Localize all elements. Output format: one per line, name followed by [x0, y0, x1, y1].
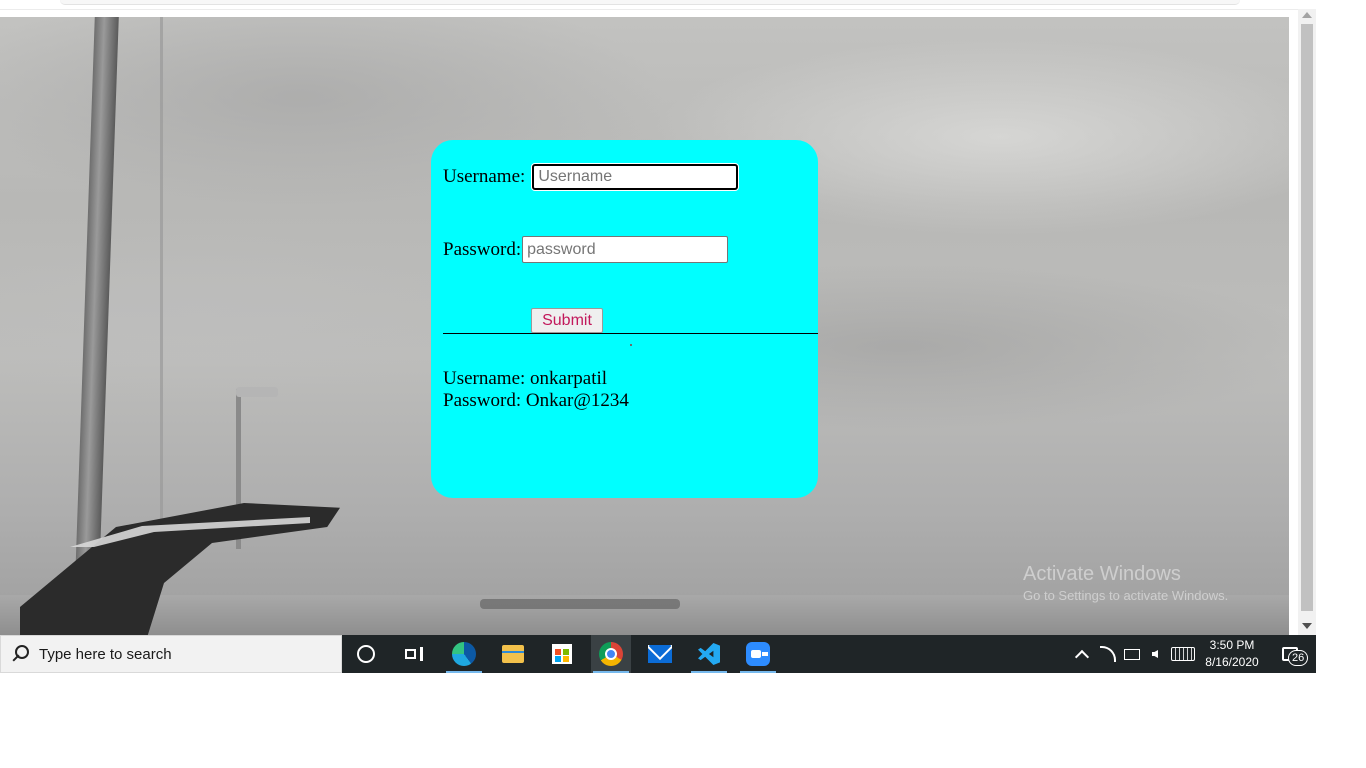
taskbar-app-zoom[interactable] [738, 635, 778, 673]
chevron-up-icon [1074, 649, 1090, 664]
cortana-button[interactable] [346, 635, 386, 673]
network-button[interactable] [1098, 635, 1118, 673]
credentials-username: Username: onkarpatil [443, 368, 608, 389]
background-cable [160, 17, 163, 577]
running-indicator [446, 671, 482, 673]
scroll-up-arrow-icon[interactable] [1302, 12, 1312, 18]
running-indicator [593, 671, 629, 673]
vertical-scrollbar[interactable] [1298, 9, 1316, 635]
taskbar-search-box[interactable]: Type here to search [0, 635, 342, 673]
watermark-title: Activate Windows [1023, 563, 1181, 585]
chrome-icon [599, 642, 623, 666]
show-hidden-icons-button[interactable] [1072, 635, 1092, 673]
vscode-icon [698, 643, 720, 665]
scrollbar-thumb[interactable] [1301, 24, 1313, 611]
form-divider [443, 333, 818, 334]
clock-time: 3:50 PM [1209, 638, 1255, 652]
background-pier [480, 599, 680, 609]
browser-bar-edge [60, 0, 1240, 5]
windows-taskbar: Type here to search 3:50 PM 8/16/2020 26 [0, 635, 1316, 673]
running-indicator [691, 671, 727, 673]
volume-button[interactable] [1146, 635, 1164, 673]
speaker-icon [1152, 650, 1158, 658]
store-icon [552, 644, 572, 664]
task-view-icon [405, 647, 423, 661]
taskbar-app-vscode[interactable] [689, 635, 729, 673]
credentials-password: Password: Onkar@1234 [443, 390, 629, 411]
taskbar-app-chrome[interactable] [591, 635, 631, 673]
edge-icon [452, 642, 476, 666]
taskbar-app-edge[interactable] [444, 635, 484, 673]
password-label: Password: [443, 238, 522, 260]
search-placeholder: Type here to search [39, 645, 172, 663]
activate-windows-watermark: Activate Windows Go to Settings to activ… [1023, 563, 1228, 603]
username-input[interactable] [532, 164, 739, 190]
credentials-text: Username: onkarpatil Password: Onkar@123… [443, 368, 629, 412]
mail-icon [648, 645, 672, 663]
task-view-button[interactable] [394, 635, 434, 673]
wifi-icon [1100, 646, 1116, 662]
battery-icon [1124, 648, 1140, 660]
input-indicator-button[interactable] [1170, 635, 1196, 673]
taskbar-app-file-explorer[interactable] [493, 635, 533, 673]
clock-date: 8/16/2020 [1205, 655, 1259, 669]
submit-button[interactable]: Submit [531, 308, 603, 333]
stray-dot [630, 344, 632, 346]
cortana-icon [357, 645, 375, 663]
taskbar-app-store[interactable] [542, 635, 582, 673]
browser-top-strip [0, 0, 1316, 17]
running-indicator [740, 671, 776, 673]
username-label: Username: [443, 166, 526, 187]
scroll-down-arrow-icon[interactable] [1302, 623, 1312, 629]
browser-divider [0, 9, 1298, 10]
username-row: Username: [443, 164, 739, 190]
action-center-button[interactable]: 26 [1272, 635, 1309, 673]
search-icon [10, 644, 30, 664]
zoom-icon [746, 642, 770, 666]
watermark-subtitle: Go to Settings to activate Windows. [1023, 588, 1229, 603]
file-explorer-icon [502, 645, 524, 663]
password-input[interactable] [522, 236, 729, 263]
taskbar-app-mail[interactable] [640, 635, 680, 673]
taskbar-clock[interactable]: 3:50 PM 8/16/2020 [1196, 635, 1268, 673]
notification-count-badge: 26 [1288, 650, 1309, 666]
keyboard-icon [1171, 647, 1195, 661]
login-card: Username: Password: Submit Username: onk… [431, 140, 818, 498]
password-row: Password: [443, 236, 729, 263]
battery-button[interactable] [1122, 635, 1142, 673]
background-lamp-head [236, 387, 278, 397]
